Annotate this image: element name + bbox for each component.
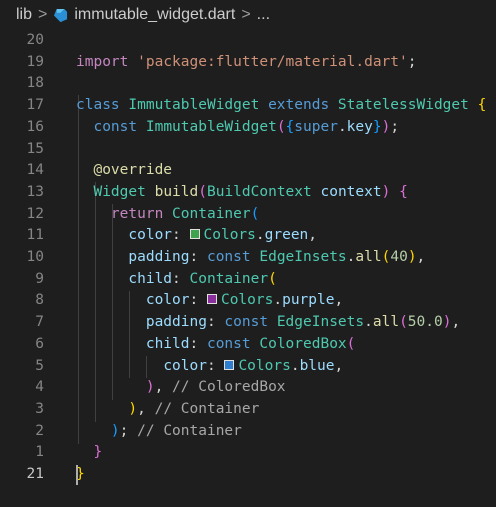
code-line[interactable]: ); // Container [0,399,496,439]
breadcrumb: lib > immutable_widget.dart > ... [0,0,496,30]
chevron-right-icon: > [38,6,48,23]
code-line[interactable]: ), // Container [0,377,496,417]
line-number-row: 21 [0,464,496,486]
code-line[interactable]: import 'package:flutter/material.dart'; [0,30,496,70]
breadcrumb-folder[interactable]: lib [16,6,32,24]
code-line[interactable]: child: const ColoredBox( [0,312,496,352]
code-editor[interactable]: 20 19 18 17 16 15 14 13 12 11 10 9 8 7 6 5 4 3 2 1 21 import… [0,30,496,490]
code-line[interactable]: return Container( [0,182,496,222]
chevron-right-icon: > [241,6,251,23]
text-cursor [76,465,78,485]
breadcrumb-symbol[interactable]: ... [257,6,270,24]
breadcrumb-file[interactable]: immutable_widget.dart [74,6,235,24]
code-line[interactable]: } [0,442,496,482]
code-line[interactable]: color: Colors.green, [0,204,496,243]
dart-file-icon [54,8,68,22]
code-line[interactable]: padding: const EdgeInsets.all(50.0), [0,290,496,330]
code-line[interactable]: @override [0,139,496,178]
code-line[interactable]: color: Colors.blue, [0,334,496,374]
code-line[interactable]: ), // ColoredBox [0,356,496,395]
code-line[interactable]: } [0,421,496,460]
code-line[interactable]: const ImmutableWidget({super.key}); [0,95,496,135]
code-line[interactable]: color: Colors.purple, [0,269,496,308]
code-line[interactable]: class ImmutableWidget extends StatelessW… [0,73,496,113]
code-line[interactable]: Widget build(BuildContext context) { [0,160,496,200]
code-line[interactable]: child: Container( [0,247,496,287]
code-line[interactable]: padding: const EdgeInsets.all(40), [0,225,496,265]
